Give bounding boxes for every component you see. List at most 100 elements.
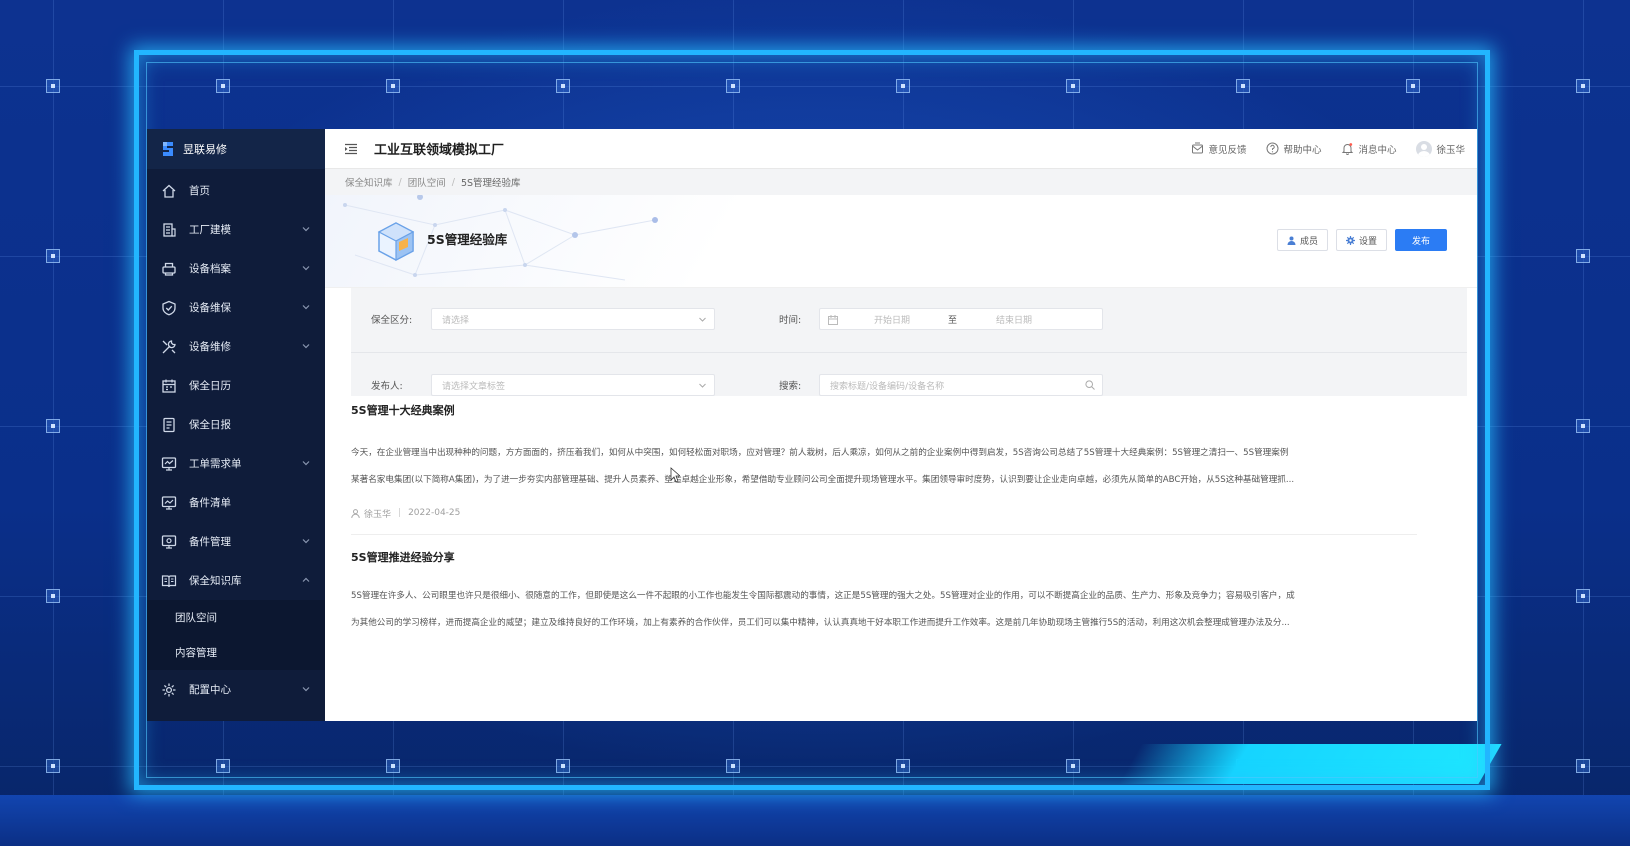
article-item[interactable]: 5S管理推进经验分享 5S管理在许多人、公司眼里也许只是很细小、很随意的工作，但… — [351, 535, 1417, 637]
sidebar-subitem-label: 团队空间 — [175, 612, 217, 624]
help-link[interactable]: 帮助中心 — [1266, 142, 1321, 156]
sidebar-item[interactable]: 备件管理 — [147, 522, 325, 561]
breadcrumb-item-team-space[interactable]: 团队空间 — [408, 175, 446, 189]
sidebar-item-label: 首页 — [189, 185, 210, 197]
sidebar-item-label: 工厂建模 — [189, 224, 231, 236]
breadcrumb-separator: / — [451, 176, 455, 188]
chevron-down-icon — [302, 461, 310, 466]
calendar-icon — [828, 315, 838, 325]
grid-node — [1576, 589, 1590, 603]
background-floor — [0, 795, 1630, 846]
sidebar-item[interactable]: 保全日历 — [147, 366, 325, 405]
sidebar-item[interactable]: 备件清单 — [147, 483, 325, 522]
chevron-down-icon — [302, 305, 310, 310]
sidebar-item[interactable]: 首页 — [147, 171, 325, 210]
help-label: 帮助中心 — [1283, 144, 1322, 156]
article-meta: 徐玉华 | 2022-04-25 — [351, 494, 1417, 534]
grid-node — [46, 419, 60, 433]
brand-name: 昱联易修 — [183, 143, 227, 156]
article-excerpt-line: 为其他公司的学习榜样，进而提高企业的威望；建立及维持良好的工作环境，加上有素养的… — [351, 618, 1290, 628]
article-excerpt-line: 今天，在企业管理当中出现种种的问题，方方面面的，挤压着我们，如何从中突围，如何轻… — [351, 448, 1289, 458]
members-button[interactable]: 成员 — [1276, 229, 1328, 251]
sidebar-item[interactable]: 设备档案 — [147, 249, 325, 288]
messages-link[interactable]: 消息中心 — [1341, 142, 1396, 156]
article-date: 2022-04-25 — [408, 508, 461, 518]
library-title: 5S管理经验库 — [427, 231, 508, 247]
search-placeholder: 搜索标题/设备编码/设备名称 — [830, 381, 945, 392]
sidebar-item[interactable]: 设备维修 — [147, 327, 325, 366]
sidebar-item[interactable]: 保全知识库 — [147, 561, 325, 600]
search-input[interactable]: 搜索标题/设备编码/设备名称 — [819, 374, 1103, 396]
members-label: 成员 — [1299, 235, 1318, 246]
article-list: 5S管理十大经典案例 今天，在企业管理当中出现种种的问题，方方面面的，挤压着我们… — [325, 396, 1477, 637]
sidebar-item-label: 设备档案 — [189, 263, 231, 275]
article-excerpt: 5S管理在许多人、公司眼里也许只是很细小、很随意的工作，但即使是这么一件不起眼的… — [351, 583, 1417, 637]
page-title: 工业互联领域模拟工厂 — [374, 143, 505, 158]
search-icon[interactable] — [1085, 380, 1095, 390]
sidebar-item-label: 备件清单 — [189, 497, 231, 509]
user-menu[interactable]: 徐玉华 — [1416, 140, 1465, 157]
sidebar-item[interactable]: 工厂建模 — [147, 210, 325, 249]
feedback-label: 意见反馈 — [1208, 144, 1247, 156]
sidebar: 昱联易修 首页工厂建模设备档案设备维保设备维修保全日历保全日报工单需求单备件清单… — [147, 129, 325, 721]
main-area: 工业互联领域模拟工厂 意见反馈 帮助中心 消息中心 徐玉华 保全知识库 / 团队… — [325, 129, 1477, 721]
building-icon — [163, 222, 176, 237]
bell-icon — [1342, 143, 1354, 155]
chevron-down-icon — [699, 317, 706, 322]
date-range-separator: 至 — [948, 315, 958, 326]
wrench-icon — [162, 339, 176, 353]
monitor-chart-icon — [161, 495, 177, 510]
start-date-input[interactable]: 开始日期 — [874, 313, 910, 326]
user-icon — [1287, 236, 1296, 245]
chevron-down-icon — [302, 227, 310, 232]
breadcrumb-item-knowledge-base[interactable]: 保全知识库 — [345, 175, 393, 189]
publish-button[interactable]: 发布 — [1394, 229, 1447, 251]
date-range-picker[interactable]: 开始日期 至 结束日期 — [819, 308, 1103, 330]
article-title[interactable]: 5S管理推进经验分享 — [351, 535, 1417, 583]
sidebar-item-label: 备件管理 — [189, 536, 231, 548]
user-outline-icon — [351, 508, 360, 518]
feedback-link[interactable]: 意见反馈 — [1191, 142, 1246, 156]
sidebar-item-label: 保全日历 — [189, 380, 231, 392]
content-panel: 5S管理经验库 成员 设置 发布 保全区分: 请选择 时间: 开始日期 至 结束… — [325, 195, 1477, 721]
sidebar-item[interactable]: 保全日报 — [147, 405, 325, 444]
home-icon — [162, 184, 176, 198]
category-label: 保全区分: — [371, 315, 413, 326]
library-actions: 成员 设置 发布 — [1276, 229, 1447, 251]
filter-divider — [351, 352, 1467, 353]
grid-node — [46, 759, 60, 773]
sidebar-item-label: 设备维修 — [189, 341, 231, 353]
breadcrumb: 保全知识库 / 团队空间 / 5S管理经验库 — [325, 169, 1477, 195]
sidebar-item[interactable]: 配置中心 — [147, 670, 325, 709]
sidebar-item-label: 保全知识库 — [189, 575, 242, 587]
publisher-select[interactable]: 请选择文章标签 — [431, 374, 715, 396]
category-select[interactable]: 请选择 — [431, 308, 715, 330]
end-date-input[interactable]: 结束日期 — [996, 313, 1032, 326]
sidebar-item[interactable]: 工单需求单 — [147, 444, 325, 483]
publish-label: 发布 — [1411, 235, 1430, 246]
article-item[interactable]: 5S管理十大经典案例 今天，在企业管理当中出现种种的问题，方方面面的，挤压着我们… — [351, 396, 1417, 535]
sidebar-item[interactable]: 设备维保 — [147, 288, 325, 327]
brand[interactable]: 昱联易修 — [147, 129, 325, 169]
sidebar-subitem[interactable]: 内容管理 — [147, 635, 325, 670]
printer-icon — [162, 262, 176, 276]
article-title[interactable]: 5S管理十大经典案例 — [351, 396, 1417, 430]
chevron-down-icon — [302, 687, 310, 692]
article-excerpt-line: 5S管理在许多人、公司眼里也许只是很细小、很随意的工作，但即使是这么一件不起眼的… — [351, 591, 1295, 601]
sidebar-subitem[interactable]: 团队空间 — [147, 600, 325, 635]
menu-collapse-icon[interactable] — [345, 143, 357, 155]
sidebar-item-label: 工单需求单 — [189, 458, 242, 470]
top-nav: 意见反馈 帮助中心 消息中心 徐玉华 — [1191, 140, 1465, 157]
breadcrumb-item-current: 5S管理经验库 — [460, 178, 521, 189]
mail-icon — [1192, 142, 1204, 154]
book-icon — [161, 574, 177, 587]
library-header: 5S管理经验库 成员 设置 发布 — [325, 195, 1477, 288]
shield-icon — [162, 300, 176, 315]
article-excerpt: 今天，在企业管理当中出现种种的问题，方方面面的，挤压着我们，如何从中突围，如何轻… — [351, 440, 1417, 494]
chevron-down-icon — [302, 539, 310, 544]
sidebar-item-label: 配置中心 — [189, 684, 231, 696]
settings-button[interactable]: 设置 — [1335, 229, 1387, 251]
grid-node — [46, 249, 60, 263]
avatar — [1416, 140, 1433, 157]
grid-node — [1576, 419, 1590, 433]
